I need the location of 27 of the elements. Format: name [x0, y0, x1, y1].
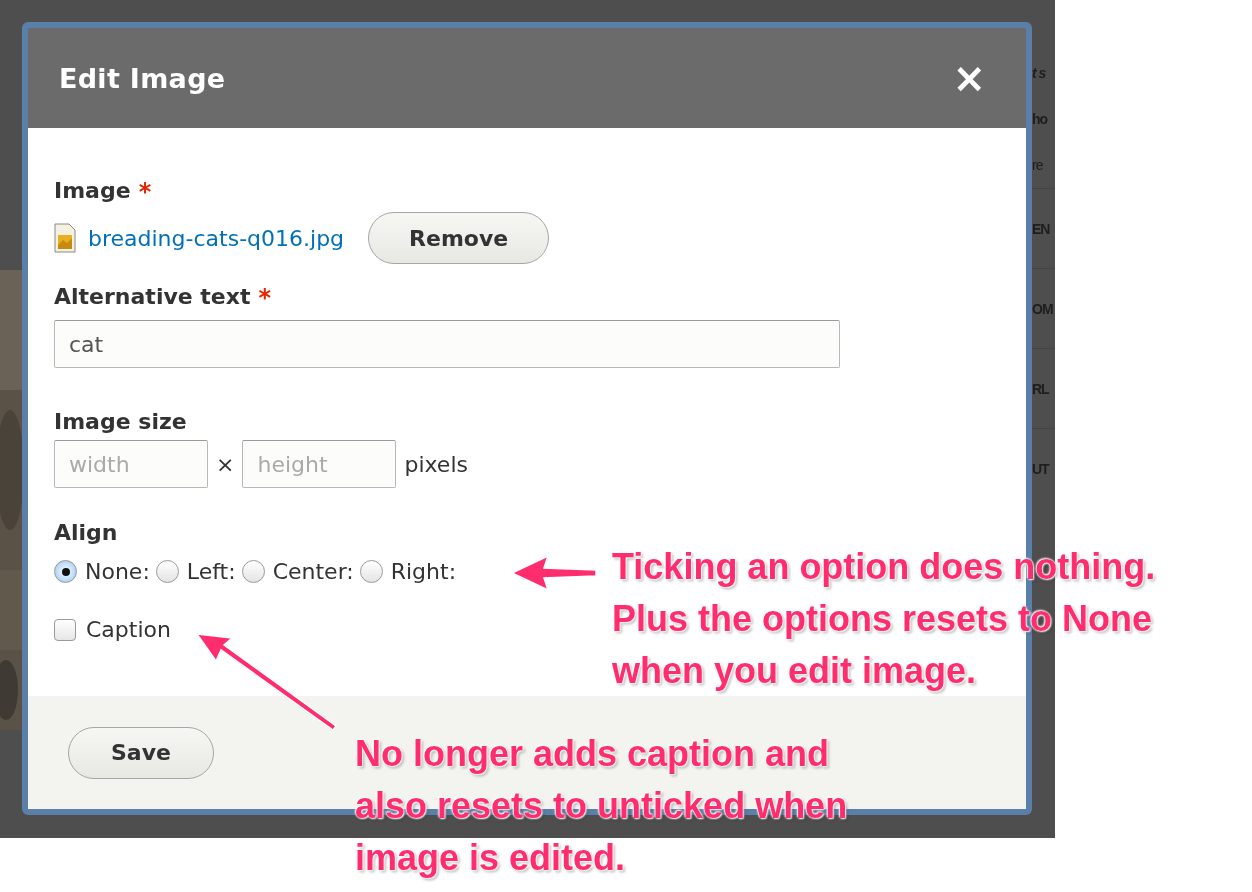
radio-button[interactable]: [241, 560, 265, 583]
field-label: Alternative text: [54, 284, 251, 309]
radio-label: Center:: [272, 559, 354, 584]
times-sign: ×: [216, 451, 235, 477]
dialog-title: Edit Image: [59, 62, 226, 94]
radio-label: Right:: [390, 559, 457, 584]
checkbox[interactable]: [54, 618, 76, 641]
field-label: Image size: [54, 409, 187, 434]
required-mark: *: [258, 284, 272, 312]
field-label: Align: [54, 520, 118, 545]
alt-text-field[interactable]: cat: [54, 320, 840, 368]
image-file-icon: [54, 223, 76, 253]
remove-button[interactable]: Remove: [368, 212, 550, 264]
radio-button[interactable]: [54, 560, 77, 583]
height-field[interactable]: height: [242, 440, 397, 488]
radio-label: None:: [85, 559, 150, 584]
field-label: Image: [54, 178, 131, 203]
file-link[interactable]: breading-cats-q016.jpg: [88, 225, 345, 251]
save-button[interactable]: Save: [68, 726, 214, 779]
width-field[interactable]: width: [54, 440, 208, 488]
close-button[interactable]: ×: [952, 58, 986, 98]
unit-label: pixels: [404, 451, 468, 477]
radio-button[interactable]: [359, 560, 383, 583]
radio-label: Left:: [186, 559, 236, 584]
checkbox-label: Caption: [86, 617, 171, 642]
radio-button[interactable]: [155, 560, 179, 583]
required-mark: *: [138, 178, 152, 206]
